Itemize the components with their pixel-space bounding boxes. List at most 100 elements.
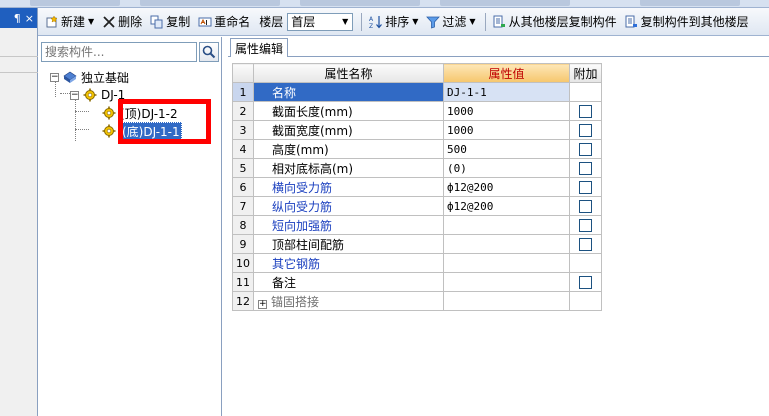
property-value[interactable]: 500	[443, 139, 570, 159]
pin-icon[interactable]: ¶	[14, 12, 21, 25]
property-value[interactable]: DJ-1-1	[443, 82, 570, 102]
row-number: 7	[232, 196, 254, 216]
attach-checkbox[interactable]	[579, 219, 592, 232]
attach-cell	[569, 120, 602, 140]
attach-checkbox[interactable]	[579, 200, 592, 213]
copy-button[interactable]: 复制	[147, 11, 193, 33]
delete-label: 删除	[118, 15, 143, 29]
filter-icon	[426, 15, 441, 29]
table-row[interactable]: 12 + 锚固搭接	[232, 291, 602, 311]
property-value[interactable]: 1000	[443, 120, 570, 140]
attach-checkbox[interactable]	[579, 238, 592, 251]
tab-property-edit[interactable]: 属性编辑	[230, 38, 289, 57]
property-value[interactable]	[443, 215, 570, 235]
navigation-dock: ¶ ×	[0, 8, 38, 416]
row-number: 3	[232, 120, 254, 140]
search-button[interactable]	[199, 42, 219, 62]
tree-item-root[interactable]: − 独立基础	[50, 69, 129, 85]
attach-checkbox[interactable]	[579, 105, 592, 118]
table-row[interactable]: 1 名称 DJ-1-1	[232, 82, 602, 102]
tab-strip: 属性编辑	[228, 37, 769, 57]
attach-cell	[569, 177, 602, 197]
menu-strip-fragment	[0, 0, 769, 8]
component-toolbar: 新建 ▼ 删除 复制 重命名 楼层 首层 ▼ AZ 排序 ▼ 过滤 ▼ 从其他楼…	[38, 8, 769, 36]
tree-line	[60, 93, 70, 94]
copy-label: 复制	[166, 15, 191, 29]
table-row[interactable]: 7 纵向受力筋 ф12@200	[232, 196, 602, 216]
floor-select[interactable]: 首层 ▼	[287, 12, 354, 31]
property-group-anchorage[interactable]: + 锚固搭接	[253, 291, 444, 311]
property-value[interactable]: (0)	[443, 158, 570, 178]
collapse-toggle-icon[interactable]: −	[70, 90, 79, 100]
table-row[interactable]: 8 短向加强筋	[232, 215, 602, 235]
sort-button[interactable]: AZ 排序 ▼	[366, 11, 421, 33]
copy-from-floor-icon	[493, 15, 507, 29]
attach-checkbox[interactable]	[579, 276, 592, 289]
table-row[interactable]: 9 顶部柱间配筋	[232, 234, 602, 254]
copy-to-floor-icon	[625, 15, 639, 29]
attach-cell	[569, 215, 602, 235]
dropdown-arrow-icon: ▼	[88, 17, 95, 26]
row-number: 1	[232, 82, 254, 102]
row-number: 11	[232, 272, 254, 292]
svg-text:A: A	[369, 16, 374, 23]
property-value[interactable]	[443, 234, 570, 254]
search-row	[41, 42, 219, 62]
delete-button[interactable]: 删除	[99, 11, 145, 33]
property-value[interactable]: ф12@200	[443, 177, 570, 197]
attach-column-header[interactable]: 附加	[569, 63, 602, 83]
svg-text:Z: Z	[369, 23, 373, 29]
row-number: 5	[232, 158, 254, 178]
dock-divider	[0, 56, 38, 57]
name-column-header[interactable]: 属性名称	[253, 63, 444, 83]
property-name: 截面长度(mm)	[253, 101, 444, 121]
floor-label: 楼层	[259, 15, 284, 29]
rename-label: 重命名	[214, 15, 251, 29]
table-row[interactable]: 10 其它钢筋	[232, 253, 602, 273]
copy-icon	[150, 15, 164, 29]
property-value[interactable]: 1000	[443, 101, 570, 121]
collapse-toggle-icon[interactable]: −	[50, 72, 59, 82]
grid-header-row: 属性名称 属性值 附加	[232, 63, 602, 83]
attach-cell	[569, 139, 602, 159]
table-row[interactable]: 6 横向受力筋 ф12@200	[232, 177, 602, 197]
table-row[interactable]: 3 截面宽度(mm) 1000	[232, 120, 602, 140]
table-row[interactable]: 4 高度(mm) 500	[232, 139, 602, 159]
new-label: 新建	[61, 15, 86, 29]
search-input[interactable]	[41, 42, 197, 62]
property-name: 短向加强筋	[253, 215, 444, 235]
rename-button[interactable]: 重命名	[195, 11, 253, 33]
filter-button[interactable]: 过滤 ▼	[423, 11, 478, 33]
sort-icon: AZ	[369, 15, 383, 30]
tree-line	[75, 111, 89, 112]
property-value[interactable]: ф12@200	[443, 196, 570, 216]
property-value[interactable]	[443, 253, 570, 273]
delete-icon	[102, 15, 116, 29]
dock-divider	[0, 72, 38, 73]
expand-icon[interactable]: +	[258, 299, 267, 309]
property-value[interactable]	[443, 272, 570, 292]
attach-checkbox[interactable]	[579, 124, 592, 137]
toolbar-separator	[484, 12, 486, 31]
property-name: 名称	[253, 82, 444, 102]
attach-checkbox[interactable]	[579, 181, 592, 194]
copy-from-other-floor-button[interactable]: 从其他楼层复制构件	[490, 11, 620, 33]
copy-to-other-floor-button[interactable]: 复制构件到其他楼层	[622, 11, 752, 33]
close-icon[interactable]: ×	[25, 12, 34, 25]
attach-cell	[569, 291, 602, 311]
gear-icon	[83, 88, 97, 102]
table-row[interactable]: 2 截面长度(mm) 1000	[232, 101, 602, 121]
row-number: 2	[232, 101, 254, 121]
attach-cell	[569, 272, 602, 292]
property-name: 横向受力筋	[253, 177, 444, 197]
new-button[interactable]: 新建 ▼	[42, 11, 97, 33]
table-row[interactable]: 11 备注	[232, 272, 602, 292]
attach-checkbox[interactable]	[579, 162, 592, 175]
dropdown-arrow-icon: ▼	[412, 17, 419, 26]
row-number: 9	[232, 234, 254, 254]
table-row[interactable]: 5 相对底标高(m) (0)	[232, 158, 602, 178]
value-column-header[interactable]: 属性值	[443, 63, 570, 83]
property-grid: 属性名称 属性值 附加 1 名称 DJ-1-1 2 截面长度(mm) 1000 …	[232, 63, 602, 311]
attach-checkbox[interactable]	[579, 143, 592, 156]
attach-cell	[569, 158, 602, 178]
